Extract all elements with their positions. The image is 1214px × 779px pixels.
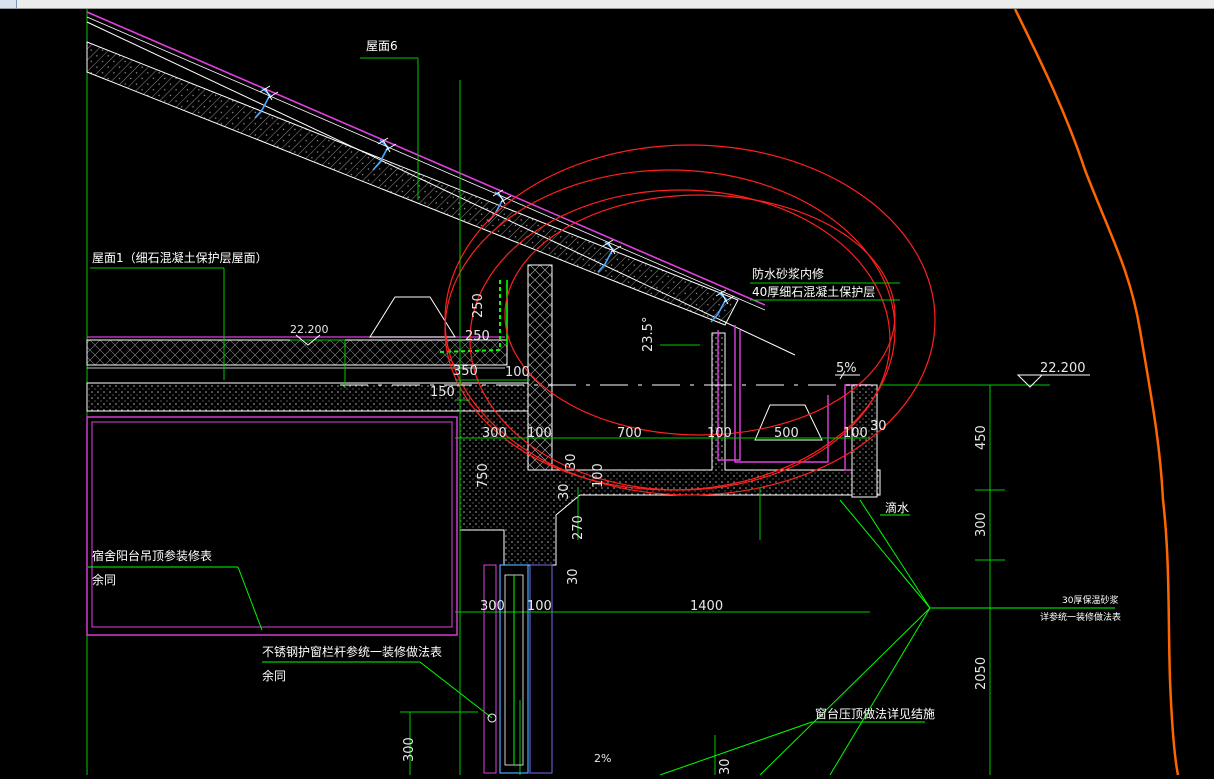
dim-500: 500 [774,426,799,441]
balcony-ceiling-outline [86,416,458,636]
dim-350: 350 [453,364,478,379]
dim-300-left-bottom: 300 [402,737,417,762]
dim-270: 270 [571,515,586,540]
slope-pct-bottom: 2% [594,752,611,765]
slope-angle: 23.5° [641,317,656,352]
boundary-curve [1013,8,1180,776]
dim-750: 750 [476,463,491,488]
dim-100-bottom: 100 [527,599,552,614]
dorm-ceiling-label: 宿舍阳台吊顶参装修表 [92,548,212,563]
drip-label: 滴水 [885,500,909,515]
waterproof-mortar-label: 防水砂浆内修 [752,266,824,281]
gutter-outline [717,325,871,471]
cad-drawing-canvas[interactable]: 屋面6 屋面1（细石混凝土保护层屋面） 防水砂浆内修 40厚细石混凝土保护层 滴… [0,8,1214,776]
concrete-protect-label: 40厚细石混凝土保护层 [752,284,875,299]
railing-label: 不锈钢护窗栏杆参统一装修做法表 [262,644,442,659]
sill-note-label: 窗台压顶做法详见结施 [815,706,935,721]
same-note-2-label: 余同 [262,668,286,683]
dim-100-a: 100 [527,426,552,441]
dim-450: 450 [974,425,989,450]
dim-300-right: 300 [974,512,989,537]
mortar-30-ref-label: 详参统一装修做法表 [1040,611,1121,623]
dim-100-b: 100 [707,426,732,441]
leader-lines [88,499,1115,776]
dim-30-b: 30 [564,453,579,470]
dim-100-top: 100 [505,365,530,380]
level-left: 22.200 [290,323,329,336]
mortar-30-label: 30厚保温砂浆 [1062,594,1118,606]
app-menu-icon[interactable] [0,0,17,8]
dim-30-d: 30 [566,568,581,585]
dim-30-bottom: 30 [718,758,733,775]
dim-2050: 2050 [974,657,989,690]
dim-1400: 1400 [690,599,723,614]
dim-100-c: 100 [843,426,868,441]
dim-700: 700 [617,426,642,441]
roof-membrane-line-2 [86,16,766,311]
dim-30-c: 30 [557,483,572,500]
same-note-1-label: 余同 [92,572,116,587]
dim-250-b: 250 [465,329,490,344]
roof-top-line [86,21,796,356]
dim-300-bottom: 300 [480,599,505,614]
dim-100-d: 100 [591,463,606,488]
dim-300: 300 [482,426,507,441]
level-right: 22.200 [1040,361,1086,376]
roof1-label: 屋面1（细石混凝土保护层屋面） [92,250,268,265]
window-toolbar [0,0,1214,9]
dim-250-a: 250 [471,293,486,318]
window-frame [483,564,553,774]
dim-150: 150 [430,385,455,400]
dim-30-a: 30 [870,419,887,434]
slope-pct: 5% [836,361,857,376]
roof6-label: 屋面6 [366,39,398,53]
